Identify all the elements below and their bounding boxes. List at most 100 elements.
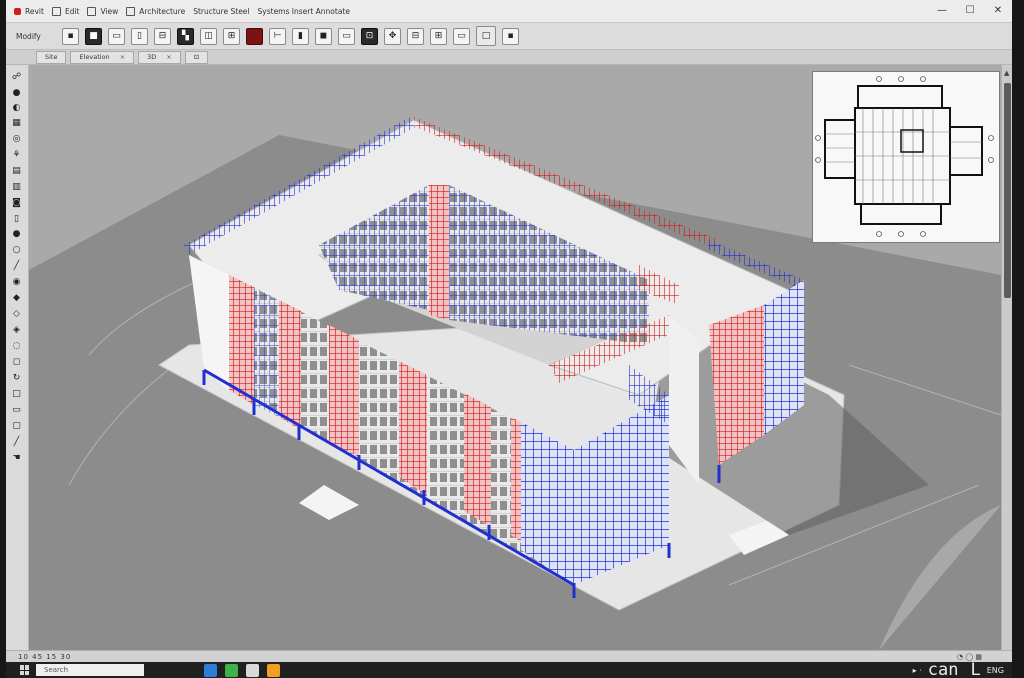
tab-elevation[interactable]: Elevation × bbox=[70, 50, 135, 64]
align-tool-button[interactable]: ⊟ bbox=[154, 27, 171, 45]
room-icon[interactable]: ▢ bbox=[11, 420, 22, 431]
move-tool-button[interactable]: ■ bbox=[85, 27, 102, 45]
eye-icon[interactable]: ◉ bbox=[11, 276, 22, 287]
view-tabs: Site Elevation × 3D × ⊡ bbox=[6, 50, 1012, 65]
menu-systems-label: Systems Insert Annotate bbox=[257, 6, 350, 16]
paint-tool-button[interactable]: ✥ bbox=[384, 27, 401, 45]
taskbar-app-green-icon[interactable] bbox=[225, 663, 238, 677]
red-panel bbox=[511, 417, 521, 542]
taskbar-search-input[interactable]: Search bbox=[36, 664, 144, 676]
walk-icon[interactable]: ⚘ bbox=[11, 149, 22, 160]
floor-icon[interactable]: ▭ bbox=[11, 404, 22, 415]
hand-icon[interactable]: ☚ bbox=[11, 452, 22, 463]
more-tool-button[interactable]: ▪ bbox=[502, 27, 519, 45]
window-icon[interactable]: ▤ bbox=[11, 165, 22, 176]
mirror-tool-button[interactable]: ◫ bbox=[200, 27, 217, 45]
menu-edit-label: Edit bbox=[64, 6, 80, 16]
select-tool-button[interactable]: ▪ bbox=[62, 27, 79, 45]
tab-extra[interactable]: ⊡ bbox=[184, 50, 209, 64]
copy-tool-button[interactable]: ▭ bbox=[108, 27, 125, 45]
unpin-tool-button[interactable]: ▭ bbox=[338, 27, 355, 45]
scroll-up-icon[interactable]: ▲ bbox=[1004, 69, 1009, 77]
rotate-tool-button[interactable]: ▯ bbox=[131, 27, 148, 45]
scrollbar-thumb[interactable] bbox=[1004, 83, 1011, 298]
minimize-button[interactable]: — bbox=[928, 0, 956, 22]
ribbon-toolbar: Modify ▪ ■ ▭ ▯ ⊟ ▚ ◫ ⊞ ⊢ ▮ ◼ ▭ ⊡ ✥ ⊟ ⊞ ▭… bbox=[6, 23, 1012, 50]
taskbar-app-orange-icon[interactable] bbox=[267, 663, 280, 677]
split-tool-button[interactable]: ▮ bbox=[292, 27, 309, 45]
menu-structure-label: Structure Steel bbox=[193, 6, 250, 16]
trim-tool-button[interactable]: ⊢ bbox=[269, 27, 286, 45]
os-taskbar: Search ▸ · can L ENG bbox=[6, 662, 1012, 678]
menu-edit[interactable]: Edit bbox=[51, 6, 80, 16]
title-bar: Revit Edit View Architecture Structure S… bbox=[6, 0, 1012, 23]
tray-arrow-icon[interactable]: ▸ · bbox=[913, 666, 922, 675]
close-button[interactable]: ✕ bbox=[984, 0, 1012, 22]
tray-language[interactable]: ENG bbox=[987, 666, 1004, 675]
grid-icon[interactable]: ▦ bbox=[11, 117, 22, 128]
pin-tool-button[interactable]: ◼ bbox=[315, 27, 332, 45]
edit-icon bbox=[51, 6, 61, 16]
menu-structure[interactable]: Structure Steel bbox=[193, 7, 249, 16]
dimension-tool-button[interactable]: ⊞ bbox=[430, 27, 447, 45]
camera-icon[interactable]: ◙ bbox=[11, 197, 22, 208]
left-toolbar: ☍ ● ◐ ▦ ◎ ⚘ ▤ ▥ ◙ ▯ ● ○ ╱ ◉ ◆ ◇ ◈ ◌ ◻ ↻ … bbox=[6, 65, 29, 650]
tray-text: can bbox=[927, 660, 959, 678]
tag-icon[interactable]: ◇ bbox=[11, 308, 22, 319]
section-icon[interactable]: ◌ bbox=[11, 340, 22, 351]
shape-icon[interactable]: ● bbox=[11, 228, 22, 239]
close-tab-icon[interactable]: × bbox=[120, 53, 125, 61]
ribbon-label: Modify bbox=[16, 31, 41, 41]
offset-tool-button[interactable]: ▚ bbox=[177, 27, 194, 45]
dimension-icon[interactable]: ◈ bbox=[11, 324, 22, 335]
start-icon[interactable] bbox=[20, 665, 30, 675]
3d-viewport[interactable] bbox=[29, 65, 1001, 650]
status-coordinates: 10 45 15 30 bbox=[18, 653, 72, 661]
menu-architecture[interactable]: Architecture bbox=[126, 6, 185, 16]
blue-frame bbox=[254, 287, 279, 417]
floor-plan-minimap[interactable] bbox=[812, 71, 1000, 243]
monitor-frame: Revit Edit View Architecture Structure S… bbox=[0, 0, 1024, 678]
line-icon[interactable]: ╱ bbox=[11, 260, 22, 271]
tab-site[interactable]: Site bbox=[36, 50, 67, 64]
tab-elevation-label: Elevation bbox=[79, 52, 110, 61]
taskbar-tray: ▸ · can L ENG bbox=[913, 662, 1004, 678]
square-icon[interactable]: □ bbox=[11, 388, 22, 399]
tab-3d-label: 3D bbox=[147, 52, 157, 61]
floor-plan-drawing bbox=[813, 72, 999, 242]
red-panel bbox=[399, 361, 427, 495]
close-tab-icon[interactable]: × bbox=[166, 53, 171, 61]
app-logo-icon bbox=[14, 7, 21, 15]
measure-tool-button[interactable]: ⊟ bbox=[407, 27, 424, 45]
pen-icon[interactable]: ╱ bbox=[11, 436, 22, 447]
column-icon[interactable]: ▯ bbox=[11, 213, 22, 224]
red-panel bbox=[329, 325, 359, 457]
circle-icon[interactable]: ○ bbox=[11, 244, 22, 255]
tab-site-label: Site bbox=[45, 52, 58, 61]
taskbar-app-files-icon[interactable] bbox=[246, 663, 259, 677]
menu-systems[interactable]: Systems Insert Annotate bbox=[258, 7, 350, 16]
menu-view[interactable]: View bbox=[87, 6, 118, 16]
stairs-icon[interactable]: ◆ bbox=[11, 292, 22, 303]
app-menu-label: Revit bbox=[25, 6, 44, 16]
pin-icon[interactable]: ◐ bbox=[11, 102, 22, 113]
rotate-icon[interactable]: ↻ bbox=[11, 372, 22, 383]
target-icon[interactable]: ◎ bbox=[11, 133, 22, 144]
app-menu[interactable]: Revit bbox=[14, 7, 44, 16]
link-icon[interactable]: ☍ bbox=[11, 71, 22, 82]
drop-icon[interactable]: ● bbox=[11, 87, 22, 98]
vertical-scrollbar[interactable]: ▲ bbox=[1001, 65, 1012, 650]
maximize-button[interactable]: ☐ bbox=[956, 0, 984, 22]
tag-tool-button[interactable]: ▭ bbox=[453, 27, 470, 45]
section-tool-button[interactable]: □ bbox=[476, 26, 496, 46]
view-icon bbox=[87, 6, 97, 16]
array-tool-button[interactable]: ⊞ bbox=[223, 27, 240, 45]
red-panel bbox=[464, 393, 491, 527]
wall-icon[interactable]: ▥ bbox=[11, 181, 22, 192]
tab-3d[interactable]: 3D × bbox=[138, 50, 181, 64]
delete-tool-button[interactable]: ⊡ bbox=[361, 27, 378, 45]
door-icon[interactable]: ◻ bbox=[11, 356, 22, 367]
taskbar-app-explorer-icon[interactable] bbox=[204, 663, 217, 677]
red-panel bbox=[279, 300, 301, 430]
scale-tool-button[interactable] bbox=[246, 27, 263, 45]
